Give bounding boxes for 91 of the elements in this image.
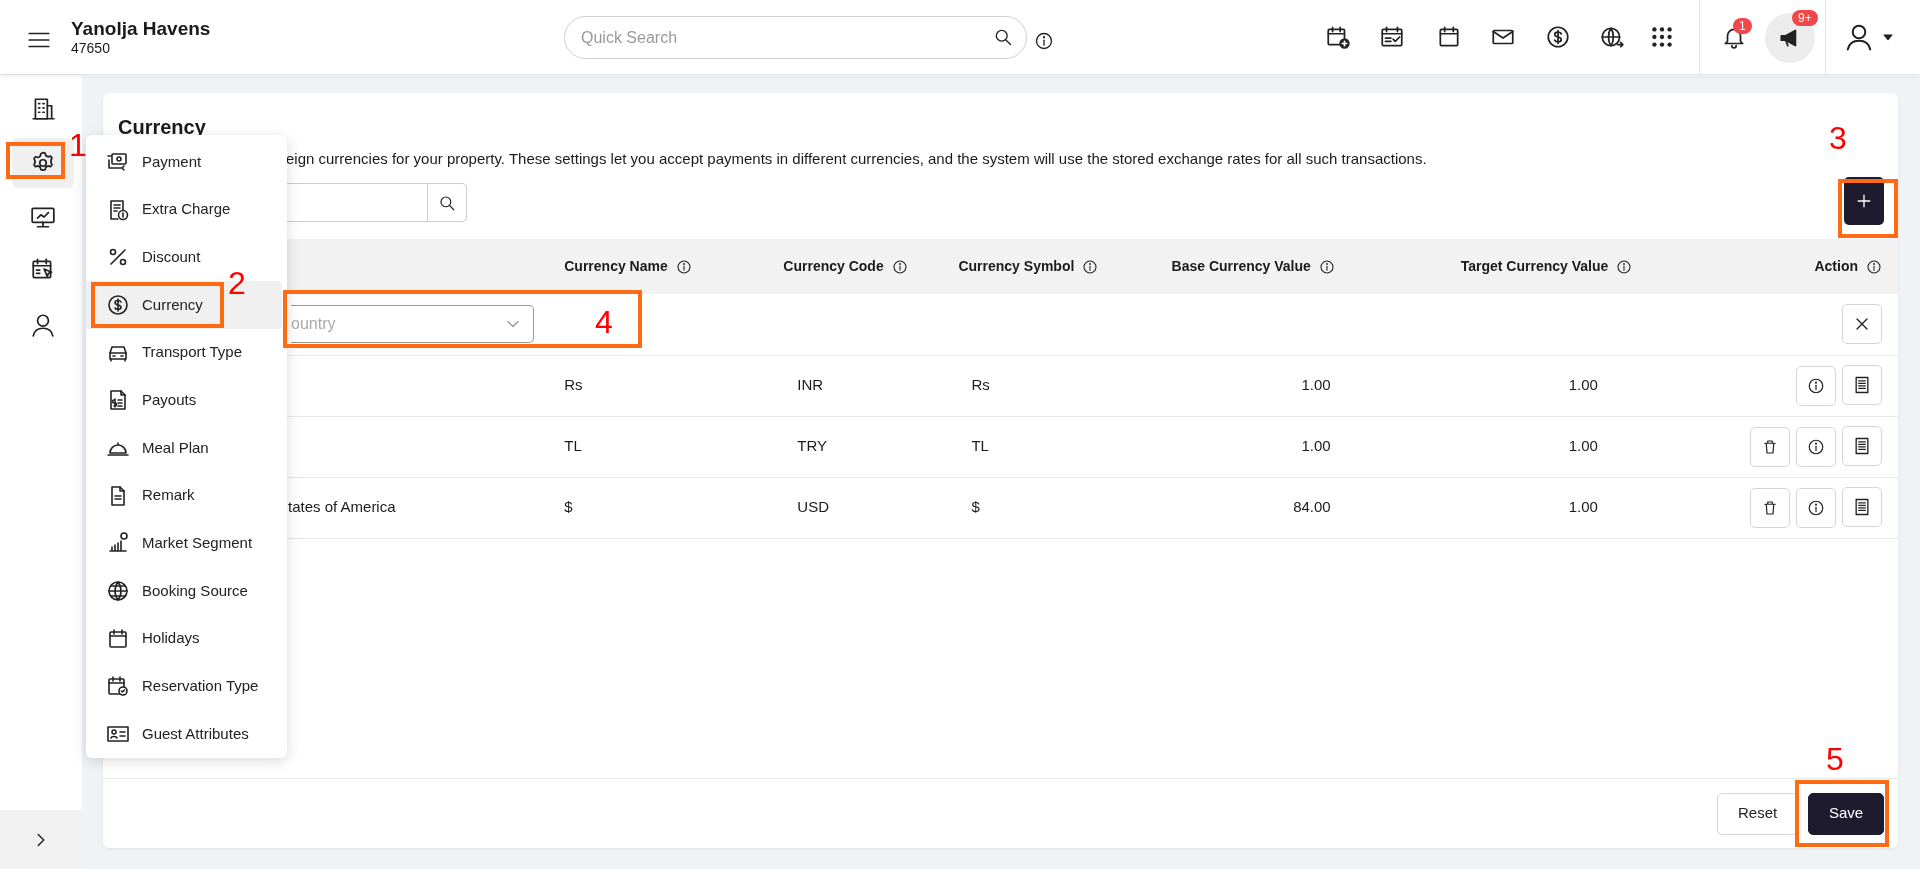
toolbar-button[interactable]: [1379, 24, 1405, 50]
calendar-icon: [106, 626, 130, 651]
delete-button[interactable]: [1750, 488, 1790, 528]
info-button[interactable]: [1796, 366, 1836, 406]
info-icon: [675, 258, 692, 275]
building-icon: [30, 96, 56, 122]
calendar-icon: [1436, 24, 1462, 50]
info-icon: [891, 258, 908, 275]
info-button[interactable]: [1796, 427, 1836, 467]
info-icon: [1616, 258, 1633, 275]
monitor-chart-icon: [30, 204, 56, 230]
table-cell: tates of America: [288, 498, 396, 516]
user-icon: [1844, 22, 1874, 52]
trash-icon: [1761, 438, 1779, 456]
table-cell: 1.00: [1568, 376, 1598, 394]
menu-item[interactable]: Payment: [86, 138, 282, 186]
table-cell: $: [564, 498, 573, 516]
notification-badge: 1: [1733, 18, 1752, 34]
calendar-check-icon: [106, 674, 130, 699]
toolbar-button[interactable]: [1325, 24, 1351, 50]
dollar-icon: [106, 292, 130, 317]
callout-number: 4: [595, 305, 613, 339]
menu-item[interactable]: Holidays: [86, 614, 282, 663]
highlight-box: [1838, 179, 1898, 238]
delete-button[interactable]: [1750, 427, 1790, 467]
info-icon: [1866, 258, 1882, 275]
user-icon: [30, 312, 56, 338]
add-button[interactable]: [1844, 177, 1884, 225]
table-cell: 1.00: [1568, 498, 1598, 516]
callout-number: 5: [1826, 742, 1844, 776]
highlight-box: [6, 142, 65, 179]
grid-icon: [1649, 24, 1675, 50]
table-cell: 84.00: [1293, 498, 1331, 516]
details-button[interactable]: [1842, 426, 1882, 466]
info-button[interactable]: [1796, 488, 1836, 528]
table-cell: TL: [971, 437, 989, 455]
toolbar-button[interactable]: [1545, 24, 1571, 50]
menu-item[interactable]: Booking Source: [86, 567, 282, 615]
notifications-button[interactable]: 1: [1721, 18, 1759, 52]
info-icon: [1082, 258, 1099, 275]
menu-item[interactable]: Market Segment: [86, 519, 282, 568]
trash-icon: [1761, 499, 1779, 517]
info-icon: [1807, 438, 1825, 456]
save-button[interactable]: Save: [1808, 792, 1884, 835]
table-cell: 1.00: [1301, 437, 1331, 455]
dollar-icon: [1545, 24, 1571, 50]
column-header: Currency Name: [564, 257, 668, 276]
table-cell: Rs: [564, 376, 583, 394]
table-cell: $: [971, 498, 980, 516]
table-cell: USD: [797, 498, 829, 516]
info-icon: [1807, 499, 1825, 517]
calendar-check-icon: [1379, 24, 1405, 50]
search-field[interactable]: Quick Search: [564, 16, 1027, 59]
search-icon: [993, 27, 1013, 47]
menu-item[interactable]: Payouts: [86, 376, 282, 425]
details-button[interactable]: [1842, 365, 1882, 405]
table-cell: Rs: [971, 376, 990, 394]
reset-button[interactable]: Reset: [1717, 792, 1798, 835]
toolbar-button[interactable]: [1436, 24, 1462, 50]
info-icon: [1807, 377, 1825, 395]
menu-item[interactable]: Guest Attributes: [86, 710, 282, 758]
calendar-plus-icon: [1325, 24, 1351, 50]
announcement-badge: 9+: [1792, 10, 1818, 26]
menu-item[interactable]: Meal Plan: [86, 424, 282, 472]
menu-item[interactable]: Remark: [86, 471, 282, 520]
table-cell: INR: [797, 376, 824, 394]
globe-icon: [106, 579, 130, 604]
column-header: Currency Code: [783, 257, 884, 276]
table-cell: TRY: [797, 437, 828, 455]
table-cell: TL: [564, 437, 582, 455]
table-cell: 1.00: [1568, 437, 1598, 455]
property-code: 47650: [71, 39, 111, 57]
property-name: Yanolja Havens: [71, 17, 211, 40]
column-header: Action: [1814, 257, 1858, 276]
info-icon: [1034, 30, 1054, 51]
info-icon: [1318, 258, 1335, 275]
menu-item[interactable]: Transport Type: [86, 328, 282, 377]
callout-number: 3: [1829, 121, 1847, 155]
callout-number: 1: [69, 128, 87, 162]
close-button[interactable]: [1842, 304, 1882, 345]
column-header: Target Currency Value: [1460, 257, 1609, 276]
table-cell: 1.00: [1301, 376, 1331, 394]
column-header: Currency Symbol: [958, 257, 1075, 276]
menu-item[interactable]: Extra Charge: [86, 185, 282, 234]
details-button[interactable]: [1842, 487, 1882, 527]
page-title: Currency: [118, 115, 206, 139]
menu-item[interactable]: Reservation Type: [86, 662, 282, 711]
column-header: Base Currency Value: [1171, 257, 1311, 276]
announcements-button[interactable]: [1765, 13, 1815, 63]
toolbar-button[interactable]: [1649, 24, 1675, 50]
page-description: eign currencies for your property. These settings let you accept payments in different currencies, and the system will use the stored exchange rates for all such transactions.: [286, 149, 1428, 169]
